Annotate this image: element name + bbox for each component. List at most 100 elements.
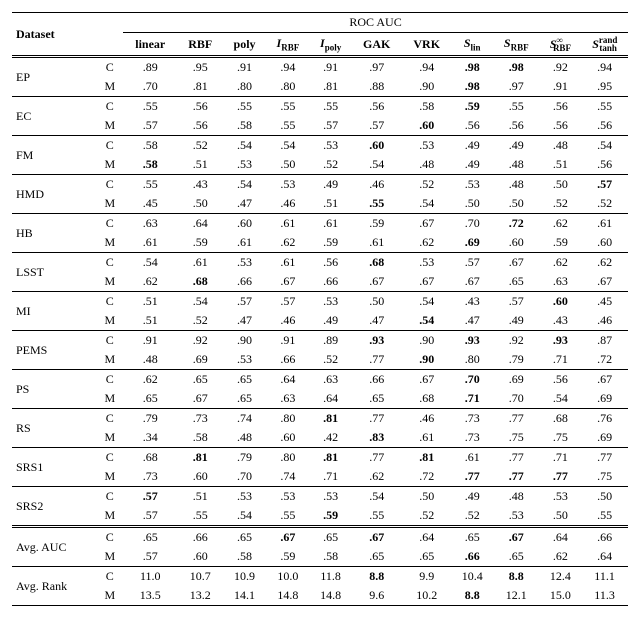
value-cell: .47 bbox=[451, 311, 492, 331]
value-cell: .54 bbox=[540, 389, 582, 409]
value-cell: .65 bbox=[123, 527, 177, 548]
value-cell: .81 bbox=[310, 448, 352, 468]
value-cell: .62 bbox=[540, 253, 582, 273]
value-cell: .57 bbox=[123, 487, 177, 507]
value-cell: .69 bbox=[581, 389, 628, 409]
table-body: EPC.89.95.91.94.91.97.94.98.98.92.94M.70… bbox=[12, 57, 628, 606]
value-cell: 11.3 bbox=[581, 586, 628, 606]
value-cell: .90 bbox=[402, 331, 452, 351]
value-cell: 10.9 bbox=[223, 567, 266, 587]
value-cell: .74 bbox=[223, 409, 266, 429]
value-cell: .65 bbox=[493, 547, 540, 567]
row-type: C bbox=[96, 448, 123, 468]
value-cell: .58 bbox=[310, 547, 352, 567]
value-cell: .81 bbox=[402, 448, 452, 468]
value-cell: .54 bbox=[223, 136, 266, 156]
value-cell: 11.8 bbox=[310, 567, 352, 587]
value-cell: .63 bbox=[540, 272, 582, 292]
value-cell: .49 bbox=[310, 175, 352, 195]
value-cell: .64 bbox=[177, 214, 223, 234]
dataset-label: Avg. AUC bbox=[12, 527, 96, 567]
value-cell: .67 bbox=[451, 272, 492, 292]
value-cell: .91 bbox=[266, 331, 310, 351]
value-cell: .55 bbox=[351, 194, 401, 214]
value-cell: .55 bbox=[310, 97, 352, 117]
value-cell: .61 bbox=[581, 214, 628, 234]
row-type: C bbox=[96, 331, 123, 351]
value-cell: .69 bbox=[581, 428, 628, 448]
value-cell: .90 bbox=[402, 77, 452, 97]
value-cell: 15.0 bbox=[540, 586, 582, 606]
value-cell: .80 bbox=[451, 350, 492, 370]
value-cell: .71 bbox=[451, 389, 492, 409]
value-cell: 13.5 bbox=[123, 586, 177, 606]
value-cell: .66 bbox=[223, 272, 266, 292]
value-cell: .75 bbox=[493, 428, 540, 448]
col-header-I_poly: Ipoly bbox=[310, 33, 352, 57]
value-cell: .47 bbox=[223, 194, 266, 214]
value-cell: .89 bbox=[310, 331, 352, 351]
value-cell: .48 bbox=[123, 350, 177, 370]
value-cell: .54 bbox=[223, 175, 266, 195]
value-cell: .48 bbox=[540, 136, 582, 156]
value-cell: .59 bbox=[451, 97, 492, 117]
value-cell: .91 bbox=[540, 77, 582, 97]
value-cell: .72 bbox=[402, 467, 452, 487]
value-cell: .57 bbox=[266, 292, 310, 312]
value-cell: .98 bbox=[493, 57, 540, 78]
value-cell: .53 bbox=[266, 487, 310, 507]
value-cell: .97 bbox=[493, 77, 540, 97]
value-cell: .50 bbox=[540, 506, 582, 527]
dataset-label: MI bbox=[12, 292, 96, 331]
value-cell: .55 bbox=[266, 97, 310, 117]
value-cell: .55 bbox=[493, 97, 540, 117]
value-cell: .46 bbox=[402, 409, 452, 429]
value-cell: .89 bbox=[123, 57, 177, 78]
value-cell: .57 bbox=[493, 292, 540, 312]
row-type: M bbox=[96, 586, 123, 606]
value-cell: 12.4 bbox=[540, 567, 582, 587]
value-cell: .51 bbox=[123, 311, 177, 331]
value-cell: .52 bbox=[581, 194, 628, 214]
value-cell: .62 bbox=[266, 233, 310, 253]
value-cell: .80 bbox=[266, 448, 310, 468]
value-cell: .53 bbox=[451, 175, 492, 195]
value-cell: .62 bbox=[540, 214, 582, 234]
value-cell: .55 bbox=[123, 97, 177, 117]
value-cell: .70 bbox=[223, 467, 266, 487]
value-cell: .60 bbox=[223, 214, 266, 234]
col-header-RBF: RBF bbox=[177, 33, 223, 57]
value-cell: .51 bbox=[540, 155, 582, 175]
value-cell: .69 bbox=[493, 370, 540, 390]
value-cell: .53 bbox=[402, 253, 452, 273]
value-cell: .60 bbox=[351, 136, 401, 156]
value-cell: .75 bbox=[581, 467, 628, 487]
value-cell: .55 bbox=[177, 506, 223, 527]
value-cell: .66 bbox=[351, 370, 401, 390]
value-cell: .97 bbox=[351, 57, 401, 78]
value-cell: 8.8 bbox=[451, 586, 492, 606]
value-cell: .51 bbox=[310, 194, 352, 214]
col-header-S_RBF_inf: S∞RBF bbox=[540, 33, 582, 57]
row-type: C bbox=[96, 370, 123, 390]
row-type: C bbox=[96, 97, 123, 117]
value-cell: .65 bbox=[351, 547, 401, 567]
value-cell: 11.0 bbox=[123, 567, 177, 587]
value-cell: .73 bbox=[177, 409, 223, 429]
value-cell: .94 bbox=[581, 57, 628, 78]
value-cell: .50 bbox=[493, 194, 540, 214]
value-cell: .74 bbox=[266, 467, 310, 487]
value-cell: .48 bbox=[223, 428, 266, 448]
value-cell: .65 bbox=[351, 389, 401, 409]
value-cell: .61 bbox=[123, 233, 177, 253]
row-type: M bbox=[96, 428, 123, 448]
value-cell: .81 bbox=[310, 409, 352, 429]
value-cell: .81 bbox=[177, 77, 223, 97]
value-cell: .53 bbox=[310, 292, 352, 312]
dataset-label: Avg. Rank bbox=[12, 567, 96, 606]
value-cell: .70 bbox=[451, 370, 492, 390]
value-cell: .43 bbox=[451, 292, 492, 312]
value-cell: .45 bbox=[581, 292, 628, 312]
value-cell: .92 bbox=[177, 331, 223, 351]
value-cell: .57 bbox=[123, 547, 177, 567]
